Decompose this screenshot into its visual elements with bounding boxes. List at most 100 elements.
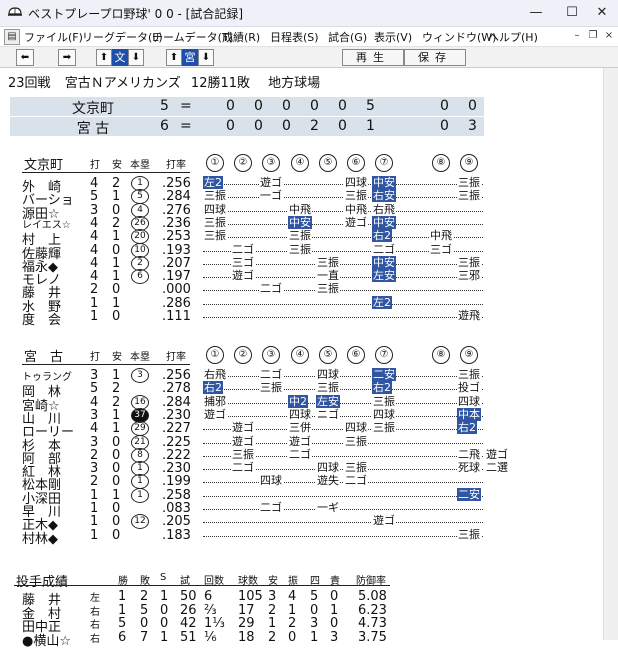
window-title: ベストプレープロ野球' 0 0 - [試合記録] bbox=[28, 7, 244, 21]
batter-row[interactable]: 福永◆ 4 1 2.207 三ゴ 三振 中安 三振 bbox=[0, 255, 604, 275]
prev-arrow-icon[interactable]: ⬅ bbox=[16, 49, 34, 66]
plate-appearance-result: 四球 bbox=[457, 394, 481, 408]
plate-appearance-result: 三振 bbox=[344, 189, 368, 203]
plate-appearance-result: 遊飛 bbox=[457, 309, 481, 322]
plate-appearance-result: 二ゴ bbox=[259, 368, 283, 381]
batter-row[interactable]: 阿 部 2 0 8.222 三振 二ゴ 二飛 遊ゴ bbox=[0, 447, 604, 467]
mdi-minimize-icon[interactable]: – bbox=[570, 29, 584, 43]
plate-appearance-result: 中本 bbox=[457, 407, 481, 421]
inning-header: ① bbox=[206, 346, 224, 364]
batter-row[interactable]: 藤 井 2 0.000 二ゴ 三振 bbox=[0, 282, 604, 301]
batter-row[interactable]: 山 川 3 1 37.230 遊ゴ 四球 ニゴ 四球 中本 bbox=[0, 407, 604, 427]
batter-row[interactable]: 水 野 1 1.286 左2 bbox=[0, 295, 604, 315]
minimize-icon[interactable]: — bbox=[518, 0, 554, 26]
plate-appearance-result: 二ゴ bbox=[259, 501, 283, 514]
batter-at-bats: 1 bbox=[90, 527, 99, 543]
plate-appearance-result: 右飛 bbox=[203, 368, 227, 381]
plate-appearance-result: 右2 bbox=[372, 229, 392, 243]
plate-appearance-result: 右安 bbox=[372, 189, 396, 203]
batter-row[interactable]: 度 会 1 0 .111 遊飛 bbox=[0, 309, 604, 328]
plate-appearance-result: 三ゴ bbox=[231, 255, 255, 269]
pitcher-stat: ⅙ bbox=[204, 629, 217, 645]
mdi-restore-icon[interactable]: ❐ bbox=[586, 29, 600, 43]
menu-schedule[interactable]: 日程表(S) bbox=[270, 29, 319, 45]
batter-row[interactable]: 外 崎 4 2 1.256 左2 遊ゴ 四球 中安 三振 bbox=[0, 176, 604, 195]
plate-appearance-result: 四球 bbox=[259, 474, 283, 488]
mdi-close-icon[interactable]: × bbox=[602, 29, 616, 43]
pitcher-stat: 1 bbox=[310, 629, 319, 645]
close-icon[interactable]: ✕ bbox=[584, 0, 618, 26]
result-leader-line bbox=[203, 495, 483, 497]
batter-row[interactable]: 紅 林 3 0 1.230 二ゴ 四球 三振 死球 二選 bbox=[0, 461, 604, 480]
pitcher-row[interactable]: 金 村右 1 5 0 26 ⅔ 17 2 1 0 1 6.23 bbox=[0, 603, 604, 622]
plate-appearance-result: 二選 bbox=[485, 461, 509, 475]
batter-row[interactable]: 岡 林 5 2.278 右2 三振 三振 右2 投ゴ bbox=[0, 381, 604, 400]
batter-hits: 0 bbox=[112, 309, 121, 324]
batter-row[interactable]: 小深田 1 1 1.258 二安 bbox=[0, 487, 604, 507]
menu-game[interactable]: 試合(G) bbox=[328, 29, 367, 45]
miyako-team-toggle[interactable]: 宮 bbox=[182, 49, 198, 66]
plate-appearance-result: 三振 bbox=[372, 421, 396, 435]
batter-row[interactable]: 佐藤輝 4 0 10.193 二ゴ 三振 二ゴ 三ゴ bbox=[0, 242, 604, 262]
next-arrow-icon[interactable]: ➡ bbox=[58, 49, 76, 66]
batter-row[interactable]: レイエス☆ 4 2 26.236 三振 中安 遊ゴ 中安 bbox=[0, 215, 604, 231]
plate-appearance-result: 三振 bbox=[288, 242, 312, 256]
bun-down-arrow-icon[interactable]: ⬇ bbox=[128, 49, 144, 66]
pitcher-row[interactable]: 田中正右 5 0 0 42 1⅓ 29 1 2 3 0 4.73 bbox=[0, 616, 604, 635]
inning-header: ⑥ bbox=[347, 346, 365, 364]
menu-file[interactable]: ファイル(F) bbox=[24, 29, 83, 45]
plate-appearance-result: 遊失 bbox=[316, 474, 340, 488]
batter-row[interactable]: 宮崎☆ 4 2 16.284 捕邪 中2 左安 三振 四球 bbox=[0, 394, 604, 414]
vertical-scrollbar[interactable] bbox=[603, 68, 618, 640]
pitcher-row[interactable]: ●横山☆ 右 6 7 1 51 ⅙ 18 2 0 1 3 3.75 bbox=[0, 629, 604, 649]
batter-row[interactable]: 正木◆ 1 0 12.205 遊ゴ bbox=[0, 514, 604, 533]
menu-help[interactable]: ヘルプ(H) bbox=[488, 29, 538, 45]
plate-appearance-result: 三振 bbox=[457, 255, 481, 269]
batter-row[interactable]: 村 上 4 1 20.253 三振 三振 右2 中飛 bbox=[0, 229, 604, 248]
save-button[interactable]: 保存 bbox=[404, 49, 466, 66]
plate-appearance-result: 四球 bbox=[316, 368, 340, 381]
pitcher-name: ●横山☆ bbox=[22, 633, 71, 649]
batter-row[interactable]: モレノ 4 1 6.197 遊ゴ 一直 左安 三邪 bbox=[0, 269, 604, 288]
plate-appearance-result: 四球 bbox=[316, 461, 340, 475]
result-leader-line bbox=[203, 535, 483, 537]
pitcher-stat: 7 bbox=[140, 629, 149, 645]
document-system-icon[interactable]: ▤ bbox=[4, 29, 20, 45]
menu-league-data[interactable]: リーグデータ(L) bbox=[82, 29, 163, 45]
scoreboard-hits: 0 bbox=[440, 98, 449, 114]
plate-appearance-result: 死球 bbox=[457, 461, 481, 475]
batter-row[interactable]: 源田☆ 3 0 4.276 四球 中飛 中飛 右飛 bbox=[0, 202, 604, 222]
plate-appearance-result: ニゴ bbox=[316, 407, 340, 421]
batter-row[interactable]: 松本剛 2 0 1.199 四球 遊失 二ゴ bbox=[0, 474, 604, 493]
batter-average: .183 bbox=[162, 527, 191, 543]
replay-button[interactable]: 再生 bbox=[342, 49, 404, 66]
pitcher-row[interactable]: 藤 井左 1 2 1 50 6 105 3 4 5 0 5.08 bbox=[0, 589, 604, 608]
batter-row[interactable]: 村林◆ 1 0 .183 三振 bbox=[0, 527, 604, 547]
plate-appearance-result: 左2 bbox=[372, 295, 392, 309]
result-leader-line bbox=[203, 223, 483, 225]
pitcher-stat: 2 bbox=[268, 629, 277, 645]
plate-appearance-result: 遊ゴ bbox=[485, 447, 509, 461]
batter-at-bats: 1 bbox=[90, 309, 99, 324]
batter-row[interactable]: バーショ 5 1 5.284 三振 一ゴ 三振 右安 三振 bbox=[0, 189, 604, 208]
miyako-down-arrow-icon[interactable]: ⬇ bbox=[198, 49, 214, 66]
menu-window[interactable]: ウィンドウ(W) bbox=[422, 29, 496, 45]
batter-row[interactable]: 早 川 1 0.083 二ゴ 一ギ bbox=[0, 501, 604, 520]
scoreboard-errors: 0 bbox=[468, 98, 477, 114]
miyako-up-arrow-icon[interactable]: ⬆ bbox=[166, 49, 182, 66]
plate-appearance-result: 二ゴ bbox=[372, 242, 396, 256]
batter-row[interactable]: 杉 本 3 0 21.225 遊ゴ 遊ゴ 三振 bbox=[0, 434, 604, 454]
batter-row[interactable]: トゥラング 3 1 3.256 右飛 二ゴ 四球 二安 三振 bbox=[0, 368, 604, 383]
batter-row[interactable]: ローリー 4 1 29.227 遊ゴ 三併 四球 三振 右2 bbox=[0, 421, 604, 440]
menu-team-data[interactable]: チームデータ(T) bbox=[152, 29, 233, 45]
scoreboard-inning-score: 0 bbox=[282, 118, 291, 134]
inning-header: ⑨ bbox=[460, 346, 478, 364]
menu-stats[interactable]: 成績(R) bbox=[222, 29, 260, 45]
plate-appearance-result: 遊ゴ bbox=[372, 514, 396, 528]
bun-up-arrow-icon[interactable]: ⬆ bbox=[96, 49, 112, 66]
menu-view[interactable]: 表示(V) bbox=[374, 29, 412, 45]
scoreboard-inning-score: 0 bbox=[338, 118, 347, 134]
bun-team-toggle[interactable]: 文 bbox=[112, 49, 128, 66]
scoreboard-runs: 6 bbox=[160, 118, 169, 134]
plate-appearance-result: 右2 bbox=[203, 381, 223, 395]
